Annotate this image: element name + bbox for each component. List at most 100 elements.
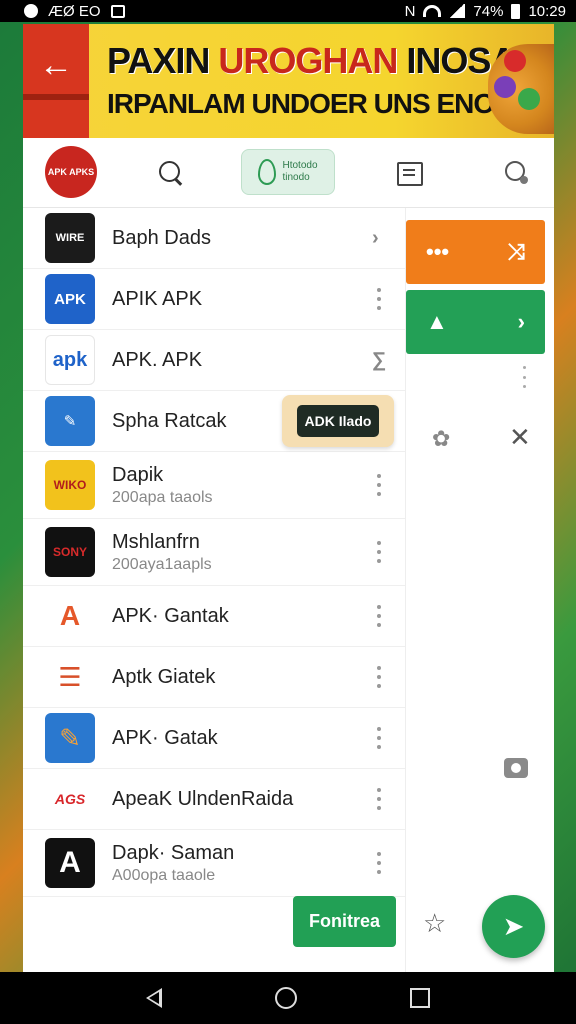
status-left-text: ÆØ EO [48, 2, 101, 20]
more-vert-icon[interactable] [374, 852, 384, 874]
row-subtitle: A00opa taaole [112, 866, 216, 884]
document-icon[interactable] [394, 158, 424, 188]
banner-title: PAXIN UROGHAN INOSAA [107, 40, 541, 82]
side-panel: ••• ⤨ ▲ › ✿ ✕ [405, 208, 554, 972]
back-button[interactable]: ← [23, 24, 89, 138]
list-item[interactable]: ✎ Spha Ratcak ADK Ilado [23, 391, 405, 452]
share-icon[interactable]: ✿ [432, 426, 450, 452]
app-icon: ✎ [45, 713, 95, 763]
send-icon: ➤ [502, 911, 525, 941]
row-title: Mshlanfrn [112, 530, 200, 553]
chevron-right-icon: › [517, 309, 525, 334]
list-item[interactable]: ☰ Aptk Giatek [23, 647, 405, 708]
app-icon: WIKO [45, 460, 95, 510]
app-icon: WIRE [45, 213, 95, 263]
row-title: ApeaK UlndenRaida [112, 787, 294, 810]
status-bar: ÆØ EO N 74% 10:29 [0, 0, 576, 22]
star-icon[interactable]: ☆ [423, 908, 446, 939]
more-vert-icon[interactable] [374, 788, 384, 810]
banner-title-part1: PAXIN [107, 40, 210, 81]
wifi-icon [423, 5, 442, 17]
row-subtitle: 200apa taaols [112, 488, 213, 506]
recent-apps-icon[interactable] [409, 988, 430, 1008]
notification-icon [24, 4, 38, 18]
app-icon: apk [45, 335, 95, 385]
chevron-icon[interactable]: ∑ [372, 349, 386, 372]
search-settings-icon[interactable] [503, 158, 533, 188]
row-title: Aptk Giatek [112, 665, 216, 688]
side-orange-button[interactable]: ••• ⤨ [406, 220, 545, 284]
back-divider [23, 94, 89, 100]
row-title: APK· Gantak [112, 604, 229, 627]
row-title: Spha Ratcak [112, 409, 227, 432]
nfc-icon: N [404, 2, 416, 20]
search-icon[interactable] [156, 158, 186, 188]
fruit-icon [518, 88, 540, 110]
app-icon: ☰ [45, 652, 95, 702]
app-icon: SONY [45, 527, 95, 577]
image-icon [110, 4, 125, 18]
more-vert-icon[interactable] [374, 605, 384, 627]
close-icon[interactable]: ✕ [509, 422, 531, 453]
list-item[interactable]: A Dapk· Saman A00opa taaole [23, 830, 405, 897]
list-item[interactable]: WIKO Dapik 200apa taaols [23, 452, 405, 519]
dots-icon: ••• [426, 239, 450, 264]
home-nav-icon[interactable] [274, 987, 297, 1009]
list-item[interactable]: APK APIK APK [23, 269, 405, 330]
leaf-icon [258, 159, 277, 185]
battery-percent: 74% [473, 2, 504, 20]
more-vert-icon[interactable] [374, 541, 384, 563]
banner-subtitle: IRPANLAM UNDOER UNS ENOGA! [107, 88, 543, 119]
signal-icon [449, 4, 466, 18]
list-item[interactable]: AGS ApeaK UlndenRaida [23, 769, 405, 830]
chevron-right-icon[interactable]: › [372, 227, 379, 250]
promo-banner[interactable]: ← PAXIN UROGHAN INOSAA IRPANLAM UNDOER U… [23, 24, 554, 138]
brand-text: Htotodo tinodo [282, 160, 317, 184]
fruit-icon [494, 76, 516, 98]
row-subtitle: 200aya1aapls [112, 555, 212, 573]
more-vert-icon[interactable] [374, 474, 384, 496]
back-nav-icon[interactable] [146, 988, 163, 1008]
row-title: Dapik [112, 463, 164, 486]
install-badge[interactable]: ADK Ilado [282, 395, 394, 447]
banner-title-part2: UROGHAN [218, 40, 398, 81]
side-green-button[interactable]: ▲ › [406, 290, 545, 354]
fruit-icon [504, 50, 526, 72]
more-vert-icon[interactable] [521, 366, 527, 388]
list-item[interactable]: apk APK. APK ∑ [23, 330, 405, 391]
banner-fruit-art [488, 44, 554, 134]
battery-icon [511, 3, 521, 19]
app-icon: A [45, 838, 95, 888]
more-vert-icon[interactable] [374, 727, 384, 749]
list-item[interactable]: WIRE Baph Dads › [23, 208, 405, 269]
more-vert-icon[interactable] [374, 288, 384, 310]
camera-icon[interactable] [504, 758, 528, 778]
app-logo[interactable]: APK APKS [45, 146, 97, 198]
app-icon: ✎ [45, 396, 95, 446]
row-title: Dapk· Saman [112, 841, 235, 864]
row-title: APIK APK [112, 287, 203, 310]
fab-button[interactable]: ➤ [482, 895, 545, 958]
install-badge-label: ADK Ilado [296, 405, 380, 437]
arrow-left-icon: ← [39, 46, 73, 84]
leaf-icon: ▲ [426, 309, 448, 334]
more-vert-icon[interactable] [374, 666, 384, 688]
row-title: APK. APK [112, 348, 203, 371]
brand-text-line2: tinodo [282, 172, 310, 183]
brand-text-line1: Htotodo [282, 160, 318, 171]
app-icon: APK [45, 274, 95, 324]
app-icon: A [45, 591, 95, 641]
bottom-bar: Fonitrea ☆ ➤ [23, 895, 554, 972]
toolbar: APK APKS Htotodo tinodo [23, 138, 554, 208]
app-list: WIRE Baph Dads › APK APIK APK apk APK. A… [23, 208, 405, 897]
list-item[interactable]: ✎ APK· Gatak [23, 708, 405, 769]
app-icon: AGS [45, 774, 95, 824]
nav-bar [0, 972, 576, 1024]
row-title: APK· Gatak [112, 726, 218, 749]
action-button[interactable]: Fonitrea [293, 896, 396, 947]
expand-icon: ⤨ [507, 239, 525, 264]
brand-tab[interactable]: Htotodo tinodo [241, 149, 335, 195]
list-item[interactable]: SONY Mshlanfrn 200aya1aapls [23, 519, 405, 586]
row-title: Baph Dads [112, 226, 211, 249]
list-item[interactable]: A APK· Gantak [23, 586, 405, 647]
